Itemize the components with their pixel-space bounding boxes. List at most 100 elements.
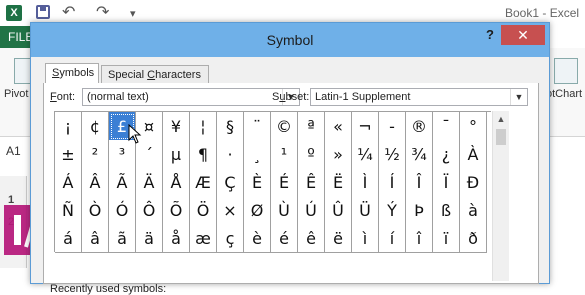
- symbol-cell[interactable]: ¬: [352, 112, 379, 141]
- symbol-cell[interactable]: Ï: [433, 168, 460, 197]
- symbol-cell[interactable]: Ë: [325, 168, 352, 197]
- symbol-cell[interactable]: ³: [109, 140, 136, 169]
- symbol-cell[interactable]: Þ: [406, 196, 433, 225]
- symbol-cell[interactable]: -: [379, 112, 406, 141]
- symbol-cell[interactable]: º: [298, 140, 325, 169]
- save-icon[interactable]: [36, 5, 50, 19]
- undo-icon[interactable]: ↶: [62, 2, 75, 22]
- symbol-cell[interactable]: Ç: [217, 168, 244, 197]
- symbol-cell[interactable]: ¢: [82, 112, 109, 141]
- symbol-cell[interactable]: ¥: [163, 112, 190, 141]
- tab-special-characters[interactable]: Special Characters: [101, 65, 209, 83]
- symbol-grid-row: ¡ ¢ £ ¤ ¥ ¦ § ¨ © ª «¬ - ® ¯ °: [55, 112, 491, 141]
- symbol-cell[interactable]: ¯: [433, 112, 460, 141]
- symbol-cell[interactable]: «: [325, 112, 352, 141]
- symbol-cell[interactable]: ä: [136, 224, 163, 253]
- symbol-grid-scrollbar[interactable]: ▲: [492, 111, 509, 281]
- symbol-cell[interactable]: ¦: [190, 112, 217, 141]
- symbol-cell[interactable]: ð: [460, 224, 487, 253]
- symbol-cell[interactable]: ê: [298, 224, 325, 253]
- symbol-cell[interactable]: å: [163, 224, 190, 253]
- symbol-cell[interactable]: Ô: [136, 196, 163, 225]
- symbol-cell[interactable]: é: [271, 224, 298, 253]
- symbol-cell[interactable]: Ð: [460, 168, 487, 197]
- symbol-cell[interactable]: ï: [433, 224, 460, 253]
- symbol-cell[interactable]: ²: [82, 140, 109, 169]
- symbol-cell[interactable]: ë: [325, 224, 352, 253]
- symbol-cell[interactable]: ¿: [433, 140, 460, 169]
- chevron-down-icon[interactable]: ▼: [510, 89, 527, 105]
- symbol-cell[interactable]: µ: [163, 140, 190, 169]
- symbol-cell[interactable]: Æ: [190, 168, 217, 197]
- symbol-cell[interactable]: î: [406, 224, 433, 253]
- symbol-cell[interactable]: °: [460, 112, 487, 141]
- symbol-cell[interactable]: Ö: [190, 196, 217, 225]
- symbol-cell[interactable]: ½: [379, 140, 406, 169]
- symbol-cell[interactable]: Ü: [352, 196, 379, 225]
- redo-icon[interactable]: ↷: [96, 2, 109, 22]
- symbol-cell[interactable]: ã: [109, 224, 136, 253]
- scroll-thumb[interactable]: [496, 129, 506, 145]
- font-dropdown[interactable]: (normal text) ▼: [82, 88, 300, 106]
- tab-symbols[interactable]: Symbols: [45, 63, 99, 83]
- symbol-cell[interactable]: ¶: [190, 140, 217, 169]
- pivot-table-label: Pivot: [4, 88, 29, 100]
- symbol-cell[interactable]: í: [379, 224, 406, 253]
- symbol-cell[interactable]: »: [325, 140, 352, 169]
- pivot-chart-icon[interactable]: [554, 58, 578, 84]
- symbol-cell[interactable]: Ø: [244, 196, 271, 225]
- symbol-cell[interactable]: ®: [406, 112, 433, 141]
- symbol-cell[interactable]: à: [460, 196, 487, 225]
- name-box[interactable]: A1: [0, 139, 31, 159]
- symbol-cell[interactable]: Å: [163, 168, 190, 197]
- symbol-cell[interactable]: ª: [298, 112, 325, 141]
- symbol-cell[interactable]: Ù: [271, 196, 298, 225]
- symbol-cell[interactable]: â: [82, 224, 109, 253]
- symbol-cell[interactable]: Í: [379, 168, 406, 197]
- symbol-cell[interactable]: É: [271, 168, 298, 197]
- symbol-cell[interactable]: ×: [217, 196, 244, 225]
- symbol-cell[interactable]: è: [244, 224, 271, 253]
- file-tab[interactable]: FILE: [0, 26, 34, 48]
- symbol-cell[interactable]: À: [460, 140, 487, 169]
- help-button[interactable]: ?: [483, 27, 497, 45]
- symbol-cell[interactable]: ±: [55, 140, 82, 169]
- symbol-grid-row: Ñ Ò Ó Ô Õ Ö × Ø Ù Ú Û Ü Ý Þß à: [55, 196, 491, 225]
- symbol-cell[interactable]: Ã: [109, 168, 136, 197]
- symbol-cell[interactable]: Õ: [163, 196, 190, 225]
- symbol-cell[interactable]: Û: [325, 196, 352, 225]
- symbol-cell[interactable]: ß: [433, 196, 460, 225]
- scroll-up-icon[interactable]: ▲: [493, 111, 509, 127]
- symbol-cell[interactable]: ´: [136, 140, 163, 169]
- symbol-cell[interactable]: ¡: [55, 112, 82, 141]
- symbol-cell[interactable]: È: [244, 168, 271, 197]
- symbol-cell[interactable]: Ú: [298, 196, 325, 225]
- symbol-cell[interactable]: Î: [406, 168, 433, 197]
- symbols-panel: Font: (normal text) ▼ Subset: Latin-1 Su…: [43, 83, 539, 295]
- symbol-cell[interactable]: Á: [55, 168, 82, 197]
- symbol-cell[interactable]: á: [55, 224, 82, 253]
- symbol-cell[interactable]: ì: [352, 224, 379, 253]
- symbol-cell[interactable]: ¼: [352, 140, 379, 169]
- symbol-cell[interactable]: §: [217, 112, 244, 141]
- symbol-cell[interactable]: Â: [82, 168, 109, 197]
- customize-qat-icon[interactable]: ▾: [130, 7, 136, 20]
- dialog-titlebar[interactable]: Symbol ? ✕: [31, 23, 549, 57]
- symbol-cell[interactable]: Ý: [379, 196, 406, 225]
- symbol-cell[interactable]: Ñ: [55, 196, 82, 225]
- symbol-cell[interactable]: ©: [271, 112, 298, 141]
- symbol-cell[interactable]: ç: [217, 224, 244, 253]
- symbol-cell[interactable]: æ: [190, 224, 217, 253]
- close-button[interactable]: ✕: [501, 25, 545, 45]
- symbol-cell[interactable]: Ò: [82, 196, 109, 225]
- subset-dropdown[interactable]: Latin-1 Supplement ▼: [310, 88, 528, 106]
- symbol-cell[interactable]: ¸: [244, 140, 271, 169]
- symbol-cell[interactable]: ¨: [244, 112, 271, 141]
- symbol-cell[interactable]: ¾: [406, 140, 433, 169]
- symbol-cell[interactable]: Ê: [298, 168, 325, 197]
- symbol-cell[interactable]: Ä: [136, 168, 163, 197]
- symbol-cell[interactable]: Ì: [352, 168, 379, 197]
- symbol-cell[interactable]: Ó: [109, 196, 136, 225]
- symbol-cell[interactable]: ¹: [271, 140, 298, 169]
- symbol-cell[interactable]: ·: [217, 140, 244, 169]
